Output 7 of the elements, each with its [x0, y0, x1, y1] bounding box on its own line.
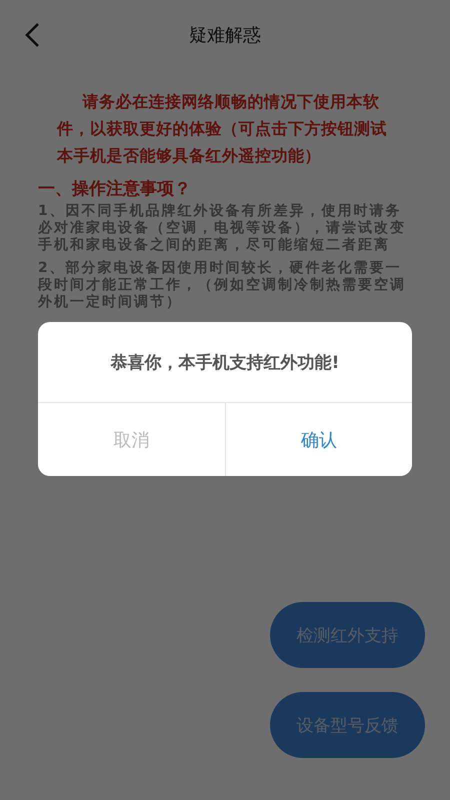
instruction-text: 1、因不同手机品牌红外设备有所差异，使用时请务必对准家电设备（空调，电视等设备），请尝试改变手机和家电设备之间的距离，尽可能缩短二者距离 [38, 203, 407, 254]
confirm-button[interactable]: 确认 [224, 403, 412, 476]
section-heading: 一、操作注意事项？ [38, 179, 192, 199]
page-title: 疑难解惑 [189, 24, 261, 47]
dialog-message: 恭喜你，本手机支持红外功能! [110, 352, 340, 374]
instruction-text: 2、部分家电设备因使用时间较长，硬件老化需要一段时间才能正常工作，（例如空调制冷制热需要空调外机一定时间调节） [38, 260, 407, 311]
notice-text: 请务必在连接网络顺畅的情况下使用本软件，以获取更好的体验（可点击下方按钮测试本手机是否能够具备红外遥控功能） [57, 91, 388, 167]
